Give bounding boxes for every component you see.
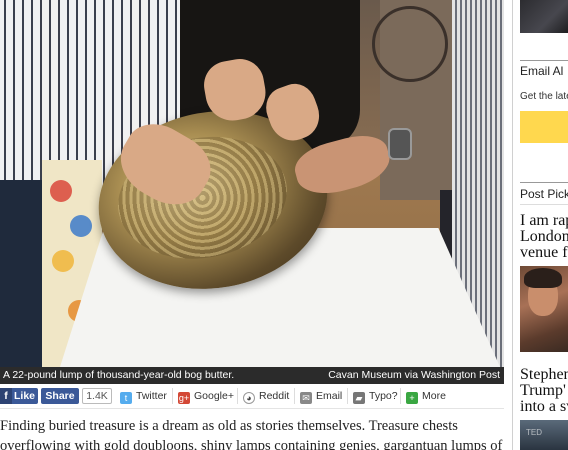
email-alerts-subtext: Get the late: [520, 91, 568, 102]
photo-person-left-jeans: [0, 180, 44, 367]
photo-caption-bar: A 22-pound lump of thousand-year-old bog…: [0, 367, 504, 384]
sidebar-divider: [520, 60, 568, 61]
email-share-button[interactable]: ✉ Email: [294, 388, 342, 404]
sidebar-thumbnail-top[interactable]: [520, 0, 568, 33]
right-sidebar: Email Al Get the late Post Pick I am rap…: [512, 0, 568, 450]
article-body: Finding buried treasure is a dream as ol…: [0, 416, 504, 450]
more-share-button[interactable]: + More: [400, 388, 446, 404]
email-label: Email: [316, 390, 343, 402]
post-picks-heading: Post Pick: [520, 187, 568, 201]
article-column: A 22-pound lump of thousand-year-old bog…: [0, 0, 504, 450]
photo-handprint: [70, 215, 92, 237]
photo-handprint: [50, 180, 72, 202]
article-photo: [0, 0, 504, 367]
sidebar-story-headline[interactable]: venue fo: [520, 245, 568, 261]
twitter-label: Twitter: [136, 390, 167, 402]
googleplus-icon: g+: [178, 392, 190, 404]
sidebar-story-headline[interactable]: London: [520, 229, 568, 245]
photo-handprint: [52, 250, 74, 272]
photo-credit: Cavan Museum via Washington Post: [328, 369, 500, 381]
facebook-icon: f: [0, 388, 12, 404]
thumbnail-hair: [524, 268, 562, 288]
sidebar-story-headline[interactable]: I am rap: [520, 213, 568, 229]
twitter-icon: t: [120, 392, 132, 404]
sidebar-story-headline[interactable]: Stephen: [520, 367, 568, 383]
reddit-share-button[interactable]: ◕ Reddit: [237, 388, 289, 404]
like-label: Like: [14, 390, 36, 402]
share-count: 1.4K: [82, 388, 112, 404]
sidebar-story-headline[interactable]: into a sv: [520, 399, 568, 415]
googleplus-share-button[interactable]: g+ Google+: [172, 388, 234, 404]
divider: [0, 408, 504, 409]
share-bar: f Like Share 1.4K t Twitter g+ Google+ ◕ Red…: [0, 388, 504, 406]
photo-bicycle-wheel: [372, 6, 448, 82]
envelope-icon: ✉: [300, 392, 312, 404]
more-label: More: [422, 390, 446, 402]
thumbnail-watermark: TED: [526, 428, 542, 437]
reddit-label: Reddit: [259, 390, 290, 402]
article-paragraph-line: overflowing with gold doubloons, shiny l…: [0, 438, 503, 450]
plus-icon: +: [406, 392, 418, 404]
sidebar-divider: [520, 204, 568, 205]
facebook-like-button[interactable]: f Like: [0, 388, 38, 404]
photo-caption: A 22-pound lump of thousand-year-old bog…: [3, 369, 235, 381]
email-signup-button[interactable]: [520, 111, 568, 143]
sidebar-story-thumbnail[interactable]: TED: [520, 420, 568, 450]
speech-bubble-icon: ▰: [353, 392, 365, 404]
googleplus-label: Google+: [194, 390, 234, 402]
typo-label: Typo?: [369, 390, 398, 402]
email-alerts-heading: Email Al: [520, 64, 564, 78]
sidebar-story-thumbnail[interactable]: [520, 266, 568, 352]
twitter-share-button[interactable]: t Twitter: [120, 388, 167, 404]
sidebar-divider: [520, 182, 568, 183]
facebook-share-button[interactable]: Share: [41, 388, 79, 404]
sidebar-story-headline[interactable]: Trump': [520, 383, 566, 399]
reddit-icon: ◕: [243, 392, 255, 404]
typo-report-button[interactable]: ▰ Typo?: [347, 388, 398, 404]
article-paragraph-line: Finding buried treasure is a dream as ol…: [0, 418, 458, 434]
photo-wristwatch: [388, 128, 412, 160]
